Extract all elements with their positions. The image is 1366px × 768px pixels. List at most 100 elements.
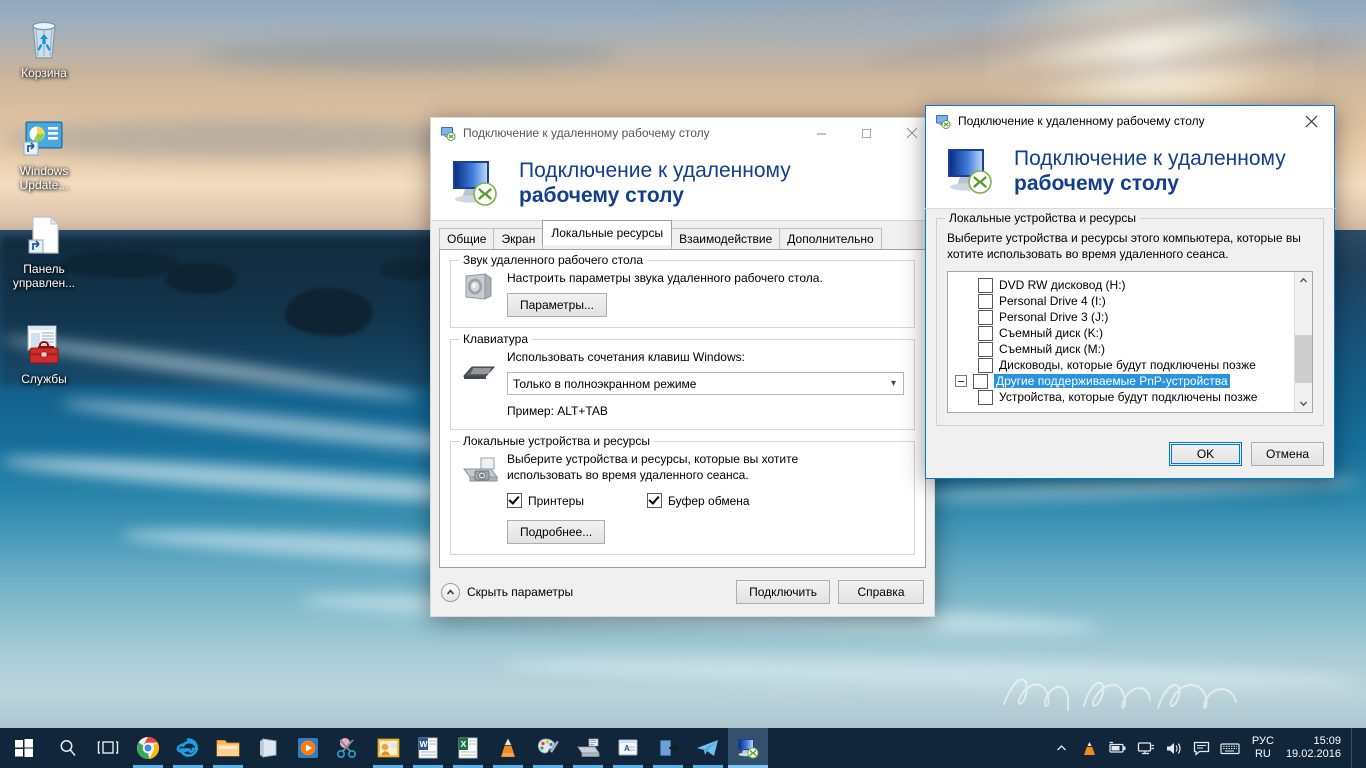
checkbox-box[interactable] bbox=[978, 389, 993, 405]
taskbar-app-paint[interactable] bbox=[528, 728, 568, 768]
taskbar-app-excel[interactable]: X bbox=[448, 728, 488, 768]
taskbar-app-outlook[interactable] bbox=[368, 728, 408, 768]
taskbar-app-word[interactable]: W bbox=[408, 728, 448, 768]
clipboard-checkbox[interactable]: Буфер обмена bbox=[647, 493, 750, 508]
maximize-button[interactable] bbox=[844, 119, 889, 148]
taskbar-app-telegram[interactable] bbox=[688, 728, 728, 768]
local-devices-text-line2: использовать во время удаленного сеанса. bbox=[507, 468, 749, 482]
desktop-icon-services[interactable]: Службы bbox=[0, 320, 88, 386]
audio-settings-button[interactable]: Параметры... bbox=[507, 293, 607, 317]
taskbar-app-snipping-tool[interactable] bbox=[328, 728, 368, 768]
checkbox-box[interactable] bbox=[973, 373, 988, 389]
taskbar-app-fax-scan[interactable] bbox=[568, 728, 608, 768]
minimize-button[interactable] bbox=[799, 119, 844, 148]
connect-button[interactable]: Подключить bbox=[736, 580, 830, 604]
scroll-thumb[interactable] bbox=[1295, 335, 1312, 383]
desktop-icon-control-panel[interactable]: Панель управлен... bbox=[0, 210, 88, 290]
checkbox-box[interactable] bbox=[978, 325, 993, 341]
tray-vlc-icon[interactable] bbox=[1076, 728, 1104, 768]
dialog-titlebar[interactable]: Подключение к удаленному рабочему столу bbox=[925, 105, 1335, 136]
local-devices-legend: Локальные устройства и ресурсы bbox=[459, 434, 654, 448]
list-item[interactable]: Съемный диск (K:) bbox=[948, 325, 1294, 341]
task-view-button[interactable] bbox=[88, 728, 128, 768]
list-item[interactable]: Personal Drive 4 (I:) bbox=[948, 293, 1294, 309]
more-devices-button[interactable]: Подробнее... bbox=[507, 520, 606, 544]
devices-tree-items: DVD RW дисковод (H:) Personal Drive 4 (I… bbox=[948, 272, 1294, 412]
listbox-scrollbar[interactable] bbox=[1294, 272, 1312, 412]
tab-display[interactable]: Экран bbox=[493, 228, 544, 249]
list-item[interactable]: DVD RW дисковод (H:) bbox=[948, 277, 1294, 293]
taskbar-app-vlc[interactable] bbox=[488, 728, 528, 768]
windows-key-combo[interactable]: Только в полноэкранном режиме ▾ bbox=[507, 372, 904, 395]
rdp-window-body: Общие Экран Локальные ресурсы Взаимодейс… bbox=[430, 220, 935, 617]
ok-button[interactable]: OK bbox=[1169, 442, 1242, 466]
paint-icon bbox=[537, 738, 559, 754]
keyboard-icon bbox=[461, 349, 507, 419]
list-item[interactable]: Устройства, которые будут подключены поз… bbox=[948, 389, 1294, 405]
tray-network-icon[interactable] bbox=[1132, 728, 1160, 768]
tab-experience[interactable]: Взаимодействие bbox=[671, 228, 781, 249]
desktop-icon-windows-update[interactable]: Windows Update... bbox=[0, 112, 88, 192]
show-desktop-button[interactable] bbox=[1351, 728, 1362, 768]
word-icon: W bbox=[418, 737, 438, 759]
tray-volume-icon[interactable] bbox=[1160, 728, 1188, 768]
clock[interactable]: 15:09 19.02.2016 bbox=[1282, 735, 1351, 761]
rdp-window-titlebar[interactable]: Подключение к удаленному рабочему столу bbox=[430, 117, 935, 148]
system-tray[interactable]: РУС RU 15:09 19.02.2016 bbox=[1048, 728, 1366, 768]
scroll-track[interactable] bbox=[1295, 289, 1312, 395]
tab-local-resources[interactable]: Локальные ресурсы bbox=[542, 220, 673, 245]
list-item[interactable]: Дисководы, которые будут подключены позж… bbox=[948, 357, 1294, 373]
minimize-icon bbox=[817, 133, 826, 134]
tray-action-center-icon[interactable] bbox=[1188, 728, 1216, 768]
list-item[interactable]: Другие поддерживаемые PnP-устройства bbox=[948, 373, 1294, 389]
outlook-icon bbox=[377, 738, 399, 758]
taskbar-app-store[interactable] bbox=[248, 728, 288, 768]
scroll-down-button[interactable] bbox=[1295, 395, 1312, 412]
language-indicator[interactable]: РУС RU bbox=[1244, 735, 1282, 761]
checkbox-box[interactable] bbox=[978, 309, 993, 325]
control-panel-icon bbox=[20, 210, 68, 258]
devices-tree-listbox[interactable]: DVD RW дисковод (H:) Personal Drive 4 (I… bbox=[947, 271, 1313, 413]
tab-general[interactable]: Общие bbox=[439, 228, 495, 249]
rdp-tab-strip[interactable]: Общие Экран Локальные ресурсы Взаимодейс… bbox=[431, 220, 934, 249]
taskbar-app-internet-explorer[interactable] bbox=[168, 728, 208, 768]
dialog-close-button[interactable] bbox=[1289, 107, 1334, 136]
recycle-bin-icon bbox=[20, 14, 68, 62]
tree-expander-minus-icon[interactable] bbox=[955, 375, 967, 387]
checkbox-box[interactable] bbox=[978, 357, 993, 373]
tray-keyboard-layout-icon[interactable] bbox=[1216, 728, 1244, 768]
start-button[interactable] bbox=[0, 728, 48, 768]
taskbar-app-chrome[interactable] bbox=[128, 728, 168, 768]
chevron-down-icon bbox=[1299, 401, 1308, 407]
dialog-buttons: OK Отмена bbox=[936, 434, 1324, 466]
hide-options-toggle[interactable]: Скрыть параметры bbox=[441, 582, 728, 602]
taskbar-app-remote-desktop[interactable] bbox=[728, 728, 768, 768]
list-item[interactable]: Съемный диск (M:) bbox=[948, 341, 1294, 357]
taskbar-app-remote-app[interactable] bbox=[648, 728, 688, 768]
help-button[interactable]: Справка bbox=[838, 580, 924, 604]
local-resources-panel: Звук удаленного рабочего стола Настроить… bbox=[439, 249, 926, 568]
search-icon bbox=[60, 740, 76, 756]
printers-checkbox[interactable]: Принтеры bbox=[507, 493, 647, 508]
taskbar-app-file-explorer[interactable] bbox=[208, 728, 248, 768]
checkbox-box[interactable] bbox=[978, 341, 993, 357]
hide-options-label: Скрыть параметры bbox=[467, 585, 574, 599]
tray-battery-icon[interactable] bbox=[1104, 728, 1132, 768]
cancel-button[interactable]: Отмена bbox=[1251, 442, 1324, 466]
search-button[interactable] bbox=[48, 728, 88, 768]
checkbox-box[interactable] bbox=[978, 293, 993, 309]
list-item[interactable]: Personal Drive 3 (J:) bbox=[948, 309, 1294, 325]
remote-desktop-icon bbox=[738, 739, 759, 759]
taskbar-app-media-player[interactable] bbox=[288, 728, 328, 768]
list-item-label: Personal Drive 3 (J:) bbox=[999, 310, 1109, 324]
tab-advanced[interactable]: Дополнительно bbox=[779, 228, 882, 249]
local-devices-dialog[interactable]: Подключение к удаленному рабочему столу … bbox=[925, 105, 1335, 479]
checkbox-box[interactable] bbox=[978, 277, 993, 293]
vlc-icon bbox=[501, 738, 515, 757]
tray-overflow-button[interactable] bbox=[1048, 728, 1076, 768]
taskbar[interactable]: W X A РУС RU 15:09 19.02.2016 bbox=[0, 728, 1366, 768]
scroll-up-button[interactable] bbox=[1295, 272, 1312, 289]
rdp-options-window[interactable]: Подключение к удаленному рабочему столу bbox=[430, 117, 935, 617]
taskbar-app-sticky-notes[interactable]: A bbox=[608, 728, 648, 768]
desktop-icon-recycle-bin[interactable]: Корзина bbox=[0, 14, 88, 80]
